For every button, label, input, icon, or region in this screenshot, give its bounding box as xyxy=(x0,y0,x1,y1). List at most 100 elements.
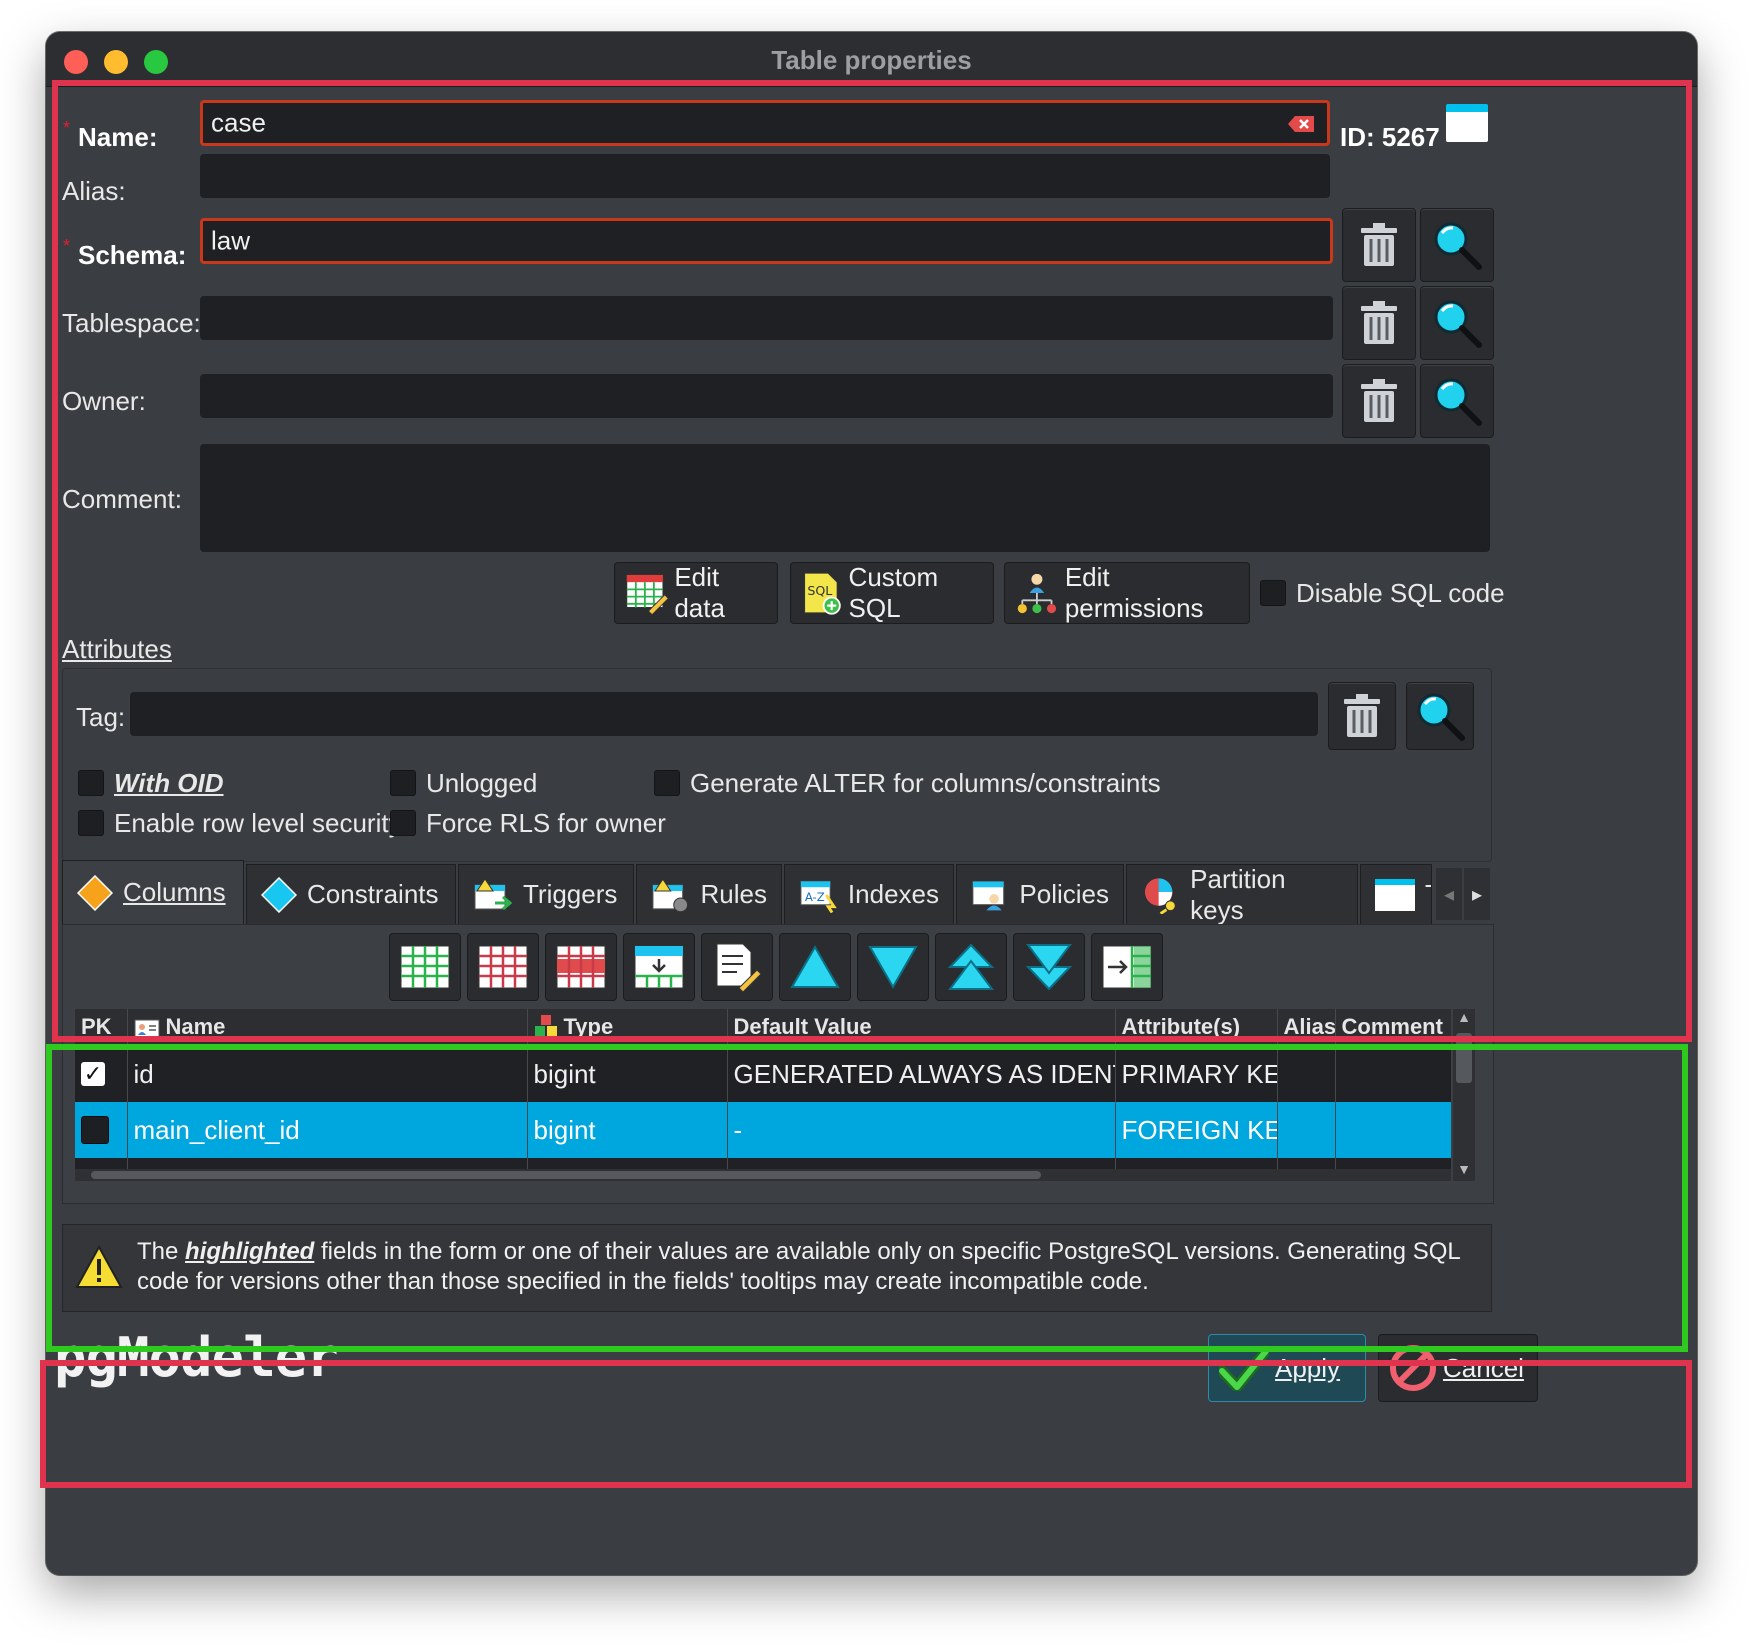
horizontal-scrollbar[interactable] xyxy=(75,1169,1451,1181)
default-cell: GENERATED ALWAYS AS IDENTITY xyxy=(727,1045,1116,1102)
clear-owner-button[interactable] xyxy=(1342,364,1416,438)
move-top-button[interactable] xyxy=(935,933,1007,1001)
clear-tablespace-button[interactable] xyxy=(1342,286,1416,360)
clear-schema-button[interactable] xyxy=(1342,208,1416,282)
tab-scroll-right-button[interactable]: ▸ xyxy=(1464,868,1490,920)
move-down-button[interactable] xyxy=(857,933,929,1001)
alert-text: The highlighted fields in the form or on… xyxy=(137,1238,1460,1295)
tab-scroll-left-button[interactable]: ◂ xyxy=(1436,868,1462,920)
pk-checked-checkbox[interactable]: ✓ xyxy=(81,1061,105,1086)
header-comment[interactable]: Comment xyxy=(1335,1009,1451,1046)
select-tag-button[interactable] xyxy=(1406,682,1474,750)
attributes-group-title: Attributes xyxy=(62,634,172,664)
select-owner-button[interactable] xyxy=(1420,364,1494,438)
edit-permissions-button[interactable]: Edit permissions xyxy=(1004,562,1250,624)
alias-label: Alias: xyxy=(62,176,126,206)
pgmodeler-logo: pgModeler xyxy=(54,1326,339,1389)
pk-cell[interactable]: ✓ xyxy=(75,1045,128,1102)
select-tablespace-button[interactable] xyxy=(1420,286,1494,360)
horizontal-scrollbar-thumb[interactable] xyxy=(91,1171,1041,1179)
sql-file-icon: SQL xyxy=(804,572,841,615)
duplicate-column-button[interactable] xyxy=(623,933,695,1001)
diamond-cyan-icon xyxy=(261,876,297,913)
tab-rules[interactable]: Rules xyxy=(636,864,782,924)
default-cell: - xyxy=(727,1102,1116,1158)
cancel-icon xyxy=(1390,1345,1436,1391)
scroll-down-icon[interactable]: ▼ xyxy=(1453,1161,1475,1181)
tab-indexes[interactable]: A-Z Indexes xyxy=(784,864,954,924)
clear-text-icon[interactable] xyxy=(1287,115,1315,133)
tablespace-input[interactable] xyxy=(200,296,1333,340)
header-attributes[interactable]: Attribute(s) xyxy=(1115,1009,1278,1046)
table-row[interactable]: ✓ id bigint GENERATED ALWAYS AS IDENTITY… xyxy=(75,1045,1451,1102)
magnifier-icon xyxy=(1434,300,1482,348)
warning-icon xyxy=(75,1245,123,1288)
permissions-tree-icon xyxy=(1017,573,1057,614)
table-row[interactable]: main_client_id bigint - FOREIGN KEY xyxy=(75,1102,1451,1158)
magnifier-icon xyxy=(1417,693,1465,741)
header-alias[interactable]: Alias xyxy=(1277,1009,1336,1046)
tag-input[interactable] xyxy=(130,692,1318,736)
owner-input[interactable] xyxy=(200,374,1333,418)
schema-label: * Schema: xyxy=(63,236,187,270)
id-label: ID: 5267 xyxy=(1340,122,1440,152)
disable-sql-label: Disable SQL code xyxy=(1296,578,1505,608)
tab-triggers[interactable]: Triggers xyxy=(458,864,634,924)
trash-icon xyxy=(1361,379,1397,422)
header-default-value[interactable]: Default Value xyxy=(727,1009,1116,1046)
header-type[interactable]: Type xyxy=(527,1009,728,1046)
with-oid-checkbox[interactable] xyxy=(78,770,104,796)
window-title: Table properties xyxy=(771,45,972,75)
update-column-button[interactable] xyxy=(701,933,773,1001)
enable-rls-label: Enable row level security xyxy=(114,808,402,838)
apply-button[interactable]: Apply xyxy=(1208,1334,1366,1402)
unlogged-checkbox[interactable] xyxy=(390,770,416,796)
pk-unchecked-checkbox[interactable] xyxy=(81,1116,109,1144)
tab-partition-keys[interactable]: Partition keys xyxy=(1126,864,1358,925)
pk-cell[interactable] xyxy=(75,1102,128,1158)
name-input[interactable]: case xyxy=(200,100,1330,146)
scroll-up-icon[interactable]: ▲ xyxy=(1453,1009,1475,1029)
tab-overflow[interactable]: T xyxy=(1360,864,1432,924)
grid-duplicate-icon xyxy=(634,945,684,989)
name-label: * Name: xyxy=(63,118,158,152)
check-icon xyxy=(1219,1345,1269,1391)
remove-column-button[interactable] xyxy=(545,933,617,1001)
vertical-scrollbar[interactable]: ▲ ▼ xyxy=(1453,1009,1475,1181)
trash-icon xyxy=(1361,301,1397,344)
comment-label: Comment: xyxy=(62,484,182,514)
add-column-button[interactable] xyxy=(389,933,461,1001)
name-cell: id xyxy=(127,1045,528,1102)
move-bottom-button[interactable] xyxy=(1013,933,1085,1001)
force-rls-checkbox[interactable] xyxy=(390,810,416,836)
arrow-up-icon xyxy=(790,945,840,988)
edit-column-button[interactable] xyxy=(467,933,539,1001)
trigger-icon xyxy=(474,877,513,910)
cancel-button[interactable]: Cancel xyxy=(1378,1334,1538,1402)
index-icon: A-Z xyxy=(800,880,837,913)
comment-textarea[interactable] xyxy=(200,444,1490,552)
diamond-orange-icon xyxy=(77,874,113,911)
table-properties-window: Table properties * Name: case ID: 5267 Al… xyxy=(46,32,1697,1575)
header-name[interactable]: Name xyxy=(127,1009,528,1046)
generate-alter-checkbox[interactable] xyxy=(654,770,680,796)
tab-constraints[interactable]: Constraints xyxy=(246,864,456,924)
column-name-icon xyxy=(134,1019,159,1038)
required-marker-icon: * xyxy=(63,118,71,138)
clear-tag-button[interactable] xyxy=(1328,682,1396,750)
edit-data-button[interactable]: Edit data xyxy=(614,562,778,624)
tab-policies[interactable]: Policies xyxy=(956,864,1124,924)
custom-sql-button[interactable]: SQL Custom SQL xyxy=(790,562,994,624)
columns-toolbar xyxy=(389,933,1169,1001)
select-schema-button[interactable] xyxy=(1420,208,1494,282)
header-pk[interactable]: PK xyxy=(75,1009,128,1046)
svg-text:SQL: SQL xyxy=(807,583,832,598)
move-up-button[interactable] xyxy=(779,933,851,1001)
alias-input[interactable] xyxy=(200,154,1330,198)
disable-sql-checkbox[interactable] xyxy=(1260,580,1286,606)
enable-rls-checkbox[interactable] xyxy=(78,810,104,836)
schema-input[interactable]: law xyxy=(200,218,1333,264)
tab-columns[interactable]: Columns xyxy=(62,860,244,924)
import-columns-button[interactable] xyxy=(1091,933,1163,1001)
vertical-scrollbar-thumb[interactable] xyxy=(1456,1033,1472,1083)
